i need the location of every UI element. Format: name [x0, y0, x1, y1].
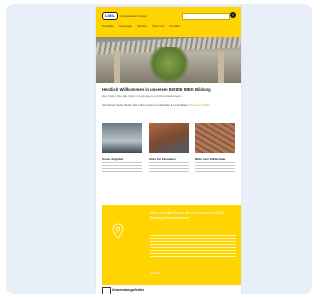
site-header: LIXIL Competence Center ⌕ Produkte Lösun…	[96, 7, 241, 37]
tile-title[interactable]: Unser Angebot	[102, 157, 142, 161]
tile-description	[195, 162, 235, 174]
nav-item[interactable]: Lösungen	[119, 23, 132, 29]
nav-item[interactable]: Service	[137, 23, 147, 29]
promo-link[interactable]: Kontakt	[150, 271, 160, 275]
tile-image-building[interactable]	[149, 123, 189, 153]
page-subline: Hier finden Sie alle Infos zu Lösungen u…	[102, 94, 182, 98]
contact-promo: Mehr Kontakte finden Sie bei unserem INS…	[102, 205, 241, 285]
nav-item[interactable]: Kontakt	[169, 23, 179, 29]
hero-image	[96, 37, 241, 83]
nav-item[interactable]: Über uns	[152, 23, 164, 29]
footer-icon	[102, 287, 111, 294]
footer-title: Anwendungsfelder	[112, 288, 145, 292]
site-logo[interactable]: LIXIL	[102, 12, 118, 20]
promo-title: Mehr Kontakte finden Sie bei unserem INS…	[150, 211, 226, 220]
tile-description	[102, 162, 142, 174]
page-headline: Herzlich Willkommen in unserem INSIDE BI…	[102, 87, 211, 92]
tile-image-brick[interactable]	[195, 123, 235, 153]
search-icon[interactable]: ⌕	[230, 12, 236, 18]
nav-item[interactable]: Produkte	[102, 23, 114, 29]
tree	[148, 47, 190, 83]
promo-text	[150, 235, 236, 259]
tile-title[interactable]: Alles für Fassaden	[149, 157, 189, 161]
pergola-post	[218, 51, 224, 83]
footer-section: Anwendungsfelder	[102, 287, 235, 294]
search-input[interactable]	[182, 13, 230, 20]
location-pin-icon	[112, 223, 124, 239]
tile-description	[149, 162, 189, 174]
preview-card: LIXIL Competence Center ⌕ Produkte Lösun…	[6, 4, 312, 294]
tile-title[interactable]: Mehr zum Klinkerbau	[195, 157, 235, 161]
brand-tagline: Competence Center	[120, 14, 147, 18]
intro-link[interactable]: Themen & Mehr	[189, 103, 211, 107]
main-nav: Produkte Lösungen Service Über uns Konta…	[102, 23, 235, 29]
intro-text: Auf dieser Seite finden Sie Infos rund u…	[102, 103, 188, 107]
tile-image-office[interactable]	[102, 123, 142, 153]
pergola-post	[114, 51, 120, 83]
intro-paragraph: Auf dieser Seite finden Sie Infos rund u…	[102, 103, 235, 107]
webpage-preview[interactable]: LIXIL Competence Center ⌕ Produkte Lösun…	[96, 7, 241, 294]
